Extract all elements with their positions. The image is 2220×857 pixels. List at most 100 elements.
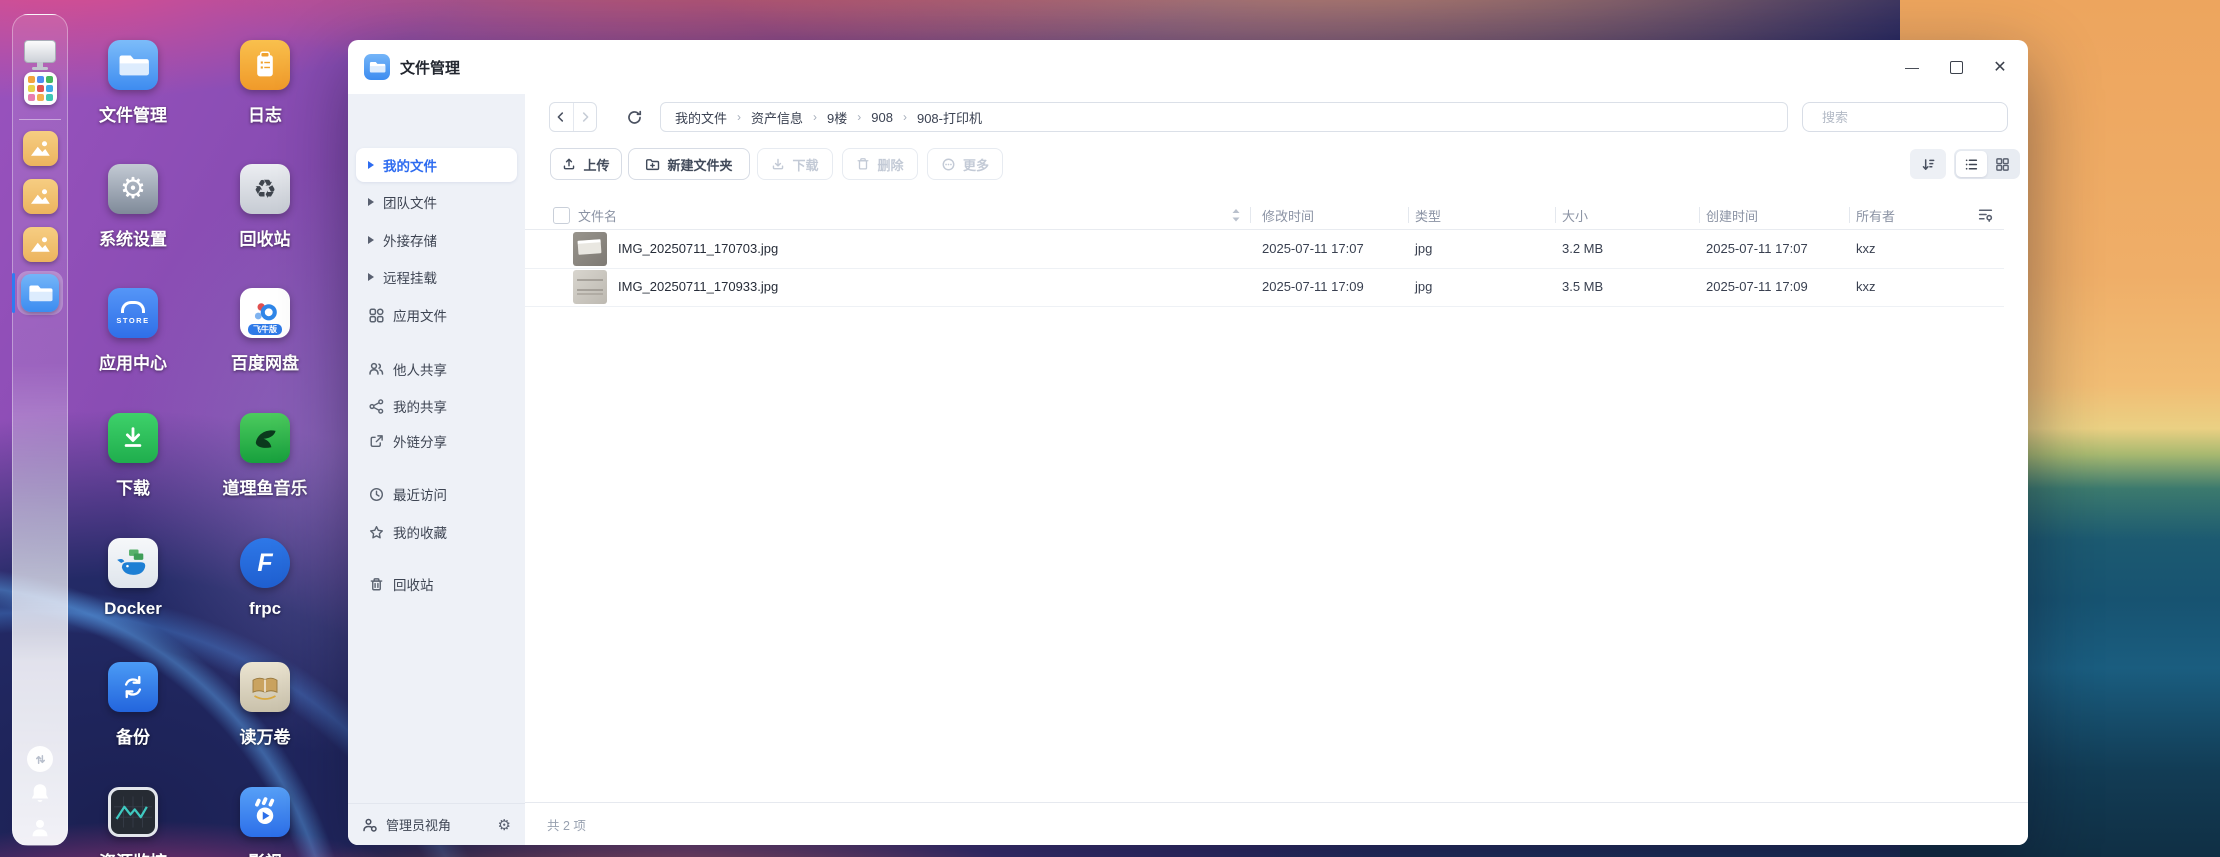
- status-bar: 共 2 项: [525, 802, 2028, 845]
- refresh-button[interactable]: [620, 102, 648, 132]
- sidebar-item-recent[interactable]: 最近访问: [356, 477, 517, 511]
- file-created: 2025-07-11 17:09: [1706, 279, 1808, 294]
- window-titlebar[interactable]: 文件管理 — ✕: [348, 40, 2028, 94]
- column-header-modified[interactable]: 修改时间: [1262, 206, 1314, 225]
- sidebar-item-my-shares[interactable]: 我的共享: [356, 389, 517, 423]
- desktop-icon-docker[interactable]: Docker: [78, 538, 188, 619]
- desktop-icon-baidu-netdisk[interactable]: 飞牛版 百度网盘: [210, 288, 320, 374]
- column-header-owner[interactable]: 所有者: [1856, 206, 1895, 225]
- minimize-button[interactable]: —: [1890, 50, 1934, 84]
- desktop-icon-frpc[interactable]: F frpc: [210, 538, 320, 619]
- desktop-icon-video[interactable]: 影视: [210, 787, 320, 857]
- desktop-icon-backup[interactable]: 备份: [78, 662, 188, 748]
- external-link-icon: [368, 433, 384, 449]
- settings-gear-icon[interactable]: ⚙: [498, 816, 511, 834]
- upload-button[interactable]: 上传: [550, 148, 622, 180]
- desktop-icon-recycle-bin[interactable]: ♻ 回收站: [210, 164, 320, 250]
- frpc-icon: F: [240, 538, 290, 588]
- sidebar-item-my-files[interactable]: 我的文件: [356, 148, 517, 182]
- dock-image-viewer-3[interactable]: [13, 227, 67, 262]
- sidebar-item-shared-by-others[interactable]: 他人共享: [356, 352, 517, 386]
- folder-icon: [21, 274, 59, 312]
- admin-user-icon: [362, 817, 378, 833]
- image-icon: [22, 179, 58, 214]
- sort-arrows-icon[interactable]: [1231, 207, 1241, 224]
- file-type: jpg: [1415, 241, 1433, 256]
- star-icon: [368, 524, 384, 540]
- sidebar-item-app-files[interactable]: 应用文件: [356, 298, 517, 332]
- desktop-icon-resource-monitor[interactable]: 资源监控: [78, 787, 188, 857]
- sidebar-item-external-links[interactable]: 外链分享: [356, 424, 517, 458]
- caret-icon: [368, 236, 374, 244]
- forward-button[interactable]: [574, 103, 597, 131]
- dock-show-desktop-button[interactable]: [13, 40, 67, 70]
- file-size: 3.2 MB: [1562, 241, 1604, 256]
- bell-icon: [31, 784, 49, 802]
- sort-button[interactable]: [1910, 149, 1946, 179]
- desktop-icon-duwanjuan[interactable]: 读万卷: [210, 662, 320, 748]
- breadcrumb-item[interactable]: 908: [871, 110, 893, 125]
- admin-view-label[interactable]: 管理员视角: [386, 815, 451, 834]
- maximize-icon: [1949, 60, 1963, 74]
- dock-image-viewer-1[interactable]: [13, 131, 67, 166]
- monitor-icon: [24, 40, 56, 70]
- breadcrumb-item[interactable]: 我的文件: [675, 108, 727, 127]
- grid-view-button[interactable]: [1987, 151, 2018, 177]
- fish-icon: [240, 413, 290, 463]
- dock-notifications-button[interactable]: [13, 782, 67, 804]
- dock-divider: [19, 119, 61, 120]
- dock-user-button[interactable]: [13, 817, 67, 839]
- close-button[interactable]: ✕: [1978, 50, 2022, 84]
- breadcrumb-item[interactable]: 9楼: [827, 108, 847, 127]
- file-created: 2025-07-11 17:07: [1706, 241, 1808, 256]
- baidu-netdisk-icon: 飞牛版: [240, 288, 290, 338]
- more-button[interactable]: 更多: [927, 148, 1003, 180]
- window-main: 我的文件 › 资产信息 › 9楼 › 908 › 908-打印机 上传: [525, 94, 2028, 845]
- image-icon: [22, 131, 58, 166]
- file-modified: 2025-07-11 17:09: [1262, 279, 1364, 294]
- sidebar-item-favorites[interactable]: 我的收藏: [356, 515, 517, 549]
- dock-image-viewer-2[interactable]: [13, 179, 67, 214]
- sidebar-item-team-files[interactable]: 团队文件: [356, 185, 517, 219]
- column-header-name[interactable]: 文件名: [578, 206, 617, 225]
- sidebar-item-remote-mount[interactable]: 远程挂载: [356, 260, 517, 294]
- sidebar-item-recycle-bin[interactable]: 回收站: [356, 567, 517, 601]
- image-icon: [22, 227, 58, 262]
- file-size: 3.5 MB: [1562, 279, 1604, 294]
- file-row[interactable]: IMG_20250711_170933.jpg 2025-07-11 17:09…: [525, 268, 2004, 307]
- column-header-type[interactable]: 类型: [1415, 206, 1441, 225]
- desktop-icon-daoliyu-music[interactable]: 道理鱼音乐: [210, 413, 320, 499]
- select-all-checkbox[interactable]: [553, 207, 570, 224]
- share-icon: [368, 398, 384, 414]
- search-input[interactable]: [1820, 108, 2000, 126]
- play-icon: [240, 787, 290, 837]
- back-button[interactable]: [550, 103, 574, 131]
- desktop-icon-logs[interactable]: 日志: [210, 40, 320, 126]
- recycle-icon: ♻: [240, 164, 290, 214]
- column-settings-icon[interactable]: [1977, 206, 1994, 223]
- breadcrumb-item[interactable]: 资产信息: [751, 108, 803, 127]
- more-icon: [942, 158, 955, 170]
- desktop-icon-system-settings[interactable]: ⚙ 系统设置: [78, 164, 188, 250]
- download-button[interactable]: 下载: [757, 148, 833, 180]
- clipboard-icon: [240, 40, 290, 90]
- new-folder-button[interactable]: 新建文件夹: [628, 148, 750, 180]
- caret-icon: [368, 161, 374, 169]
- maximize-button[interactable]: [1934, 50, 1978, 84]
- desktop-icon-app-center[interactable]: STORE 应用中心: [78, 288, 188, 374]
- desktop-icon-download[interactable]: 下载: [78, 413, 188, 499]
- list-view-button[interactable]: [1956, 151, 1987, 177]
- column-header-size[interactable]: 大小: [1562, 206, 1588, 225]
- dock-file-manager-button[interactable]: [13, 274, 67, 312]
- dock-transfer-button[interactable]: [13, 746, 67, 772]
- breadcrumb-bar[interactable]: 我的文件 › 资产信息 › 9楼 › 908 › 908-打印机: [660, 102, 1788, 132]
- dock-app-launcher-button[interactable]: [13, 72, 67, 105]
- desktop-icon-file-manager[interactable]: 文件管理: [78, 40, 188, 126]
- breadcrumb-item-current[interactable]: 908-打印机: [917, 108, 982, 127]
- delete-button[interactable]: 删除: [842, 148, 918, 180]
- column-header-created[interactable]: 创建时间: [1706, 206, 1758, 225]
- window-title: 文件管理: [400, 59, 461, 77]
- file-row[interactable]: IMG_20250711_170703.jpg 2025-07-11 17:07…: [525, 230, 2004, 269]
- sidebar-item-external-storage[interactable]: 外接存储: [356, 223, 517, 257]
- folder-icon: [108, 40, 158, 90]
